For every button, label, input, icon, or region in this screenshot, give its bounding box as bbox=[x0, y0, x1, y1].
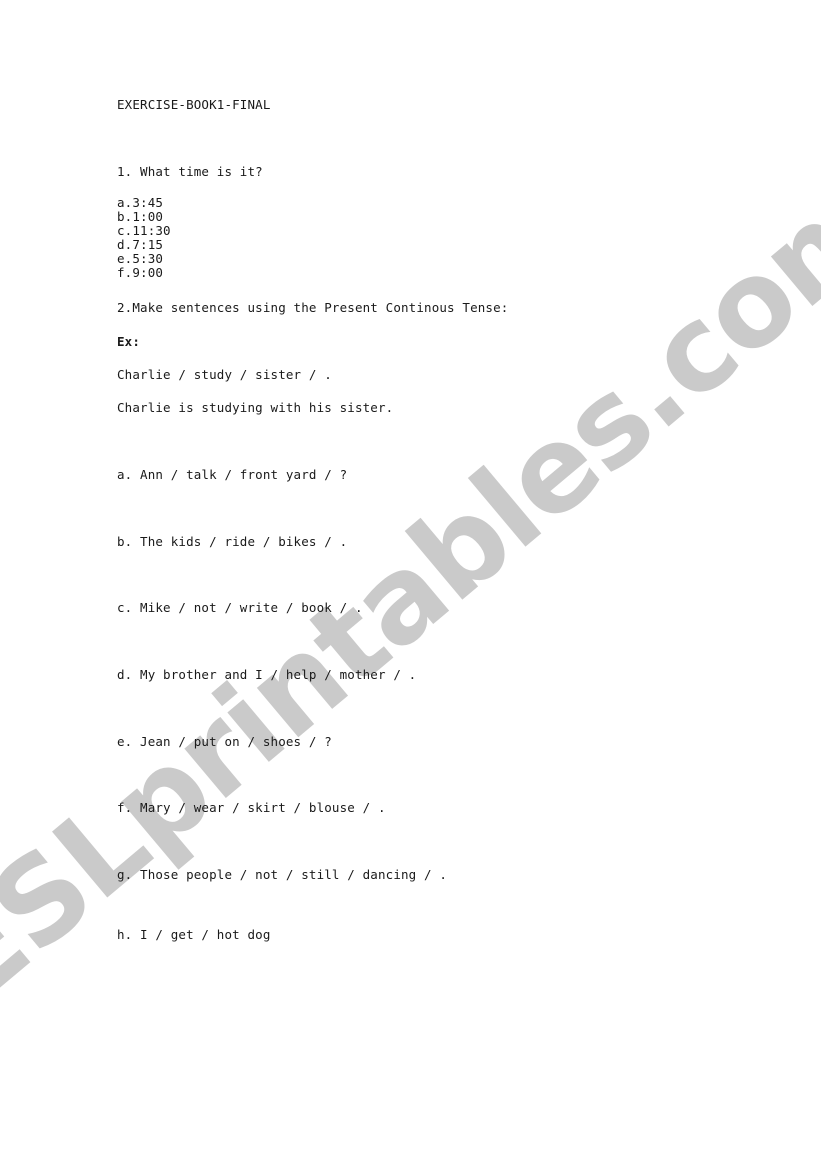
exercise-item: c. Mike / not / write / book / . bbox=[117, 600, 363, 615]
exercise-item: b. The kids / ride / bikes / . bbox=[117, 534, 348, 549]
exercise-item: a. Ann / talk / front yard / ? bbox=[117, 467, 348, 482]
worksheet-page: ESLprintables.com EXERCISE-BOOK1-FINAL 1… bbox=[0, 0, 821, 1169]
exercise-item: g. Those people / not / still / dancing … bbox=[117, 867, 448, 882]
example-label: Ex: bbox=[117, 334, 141, 349]
section2-heading: 2.Make sentences using the Present Conti… bbox=[117, 300, 509, 315]
exercise-item: f. Mary / wear / skirt / blouse / . bbox=[117, 800, 386, 815]
document-title: EXERCISE-BOOK1-FINAL bbox=[117, 97, 271, 112]
section1-heading: 1. What time is it? bbox=[117, 164, 263, 179]
exercise-item: d. My brother and I / help / mother / . bbox=[117, 667, 417, 682]
time-item: f.9:00 bbox=[117, 265, 164, 280]
example-prompt: Charlie / study / sister / . bbox=[117, 367, 332, 382]
exercise-item: h. I / get / hot dog bbox=[117, 927, 271, 942]
example-answer: Charlie is studying with his sister. bbox=[117, 400, 394, 415]
exercise-item: e. Jean / put on / shoes / ? bbox=[117, 734, 332, 749]
watermark: ESLprintables.com bbox=[0, 150, 821, 1030]
